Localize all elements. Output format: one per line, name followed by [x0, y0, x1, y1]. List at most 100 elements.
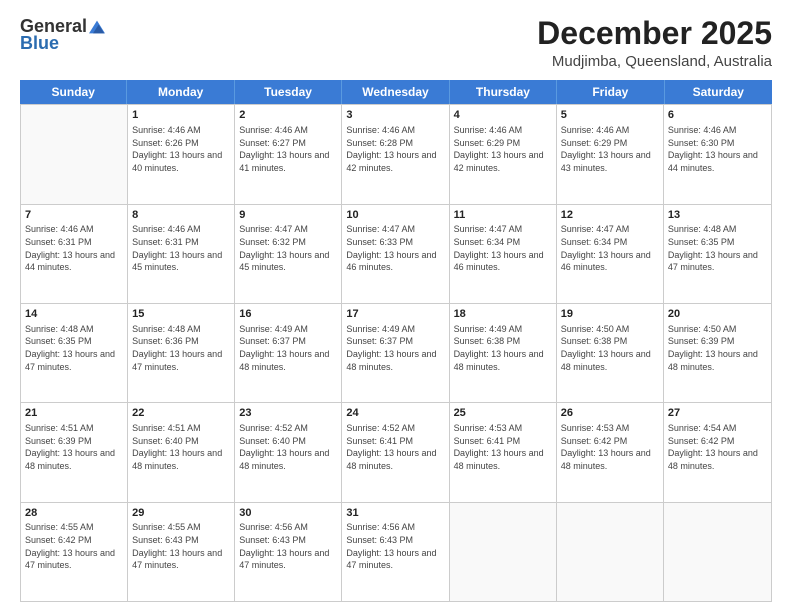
day-detail: Sunrise: 4:54 AMSunset: 6:42 PMDaylight:… — [668, 422, 767, 472]
day-cell-7: 7Sunrise: 4:46 AMSunset: 6:31 PMDaylight… — [21, 205, 128, 303]
day-detail: Sunrise: 4:46 AMSunset: 6:29 PMDaylight:… — [454, 124, 552, 174]
day-number: 12 — [561, 208, 659, 223]
day-number: 24 — [346, 406, 444, 421]
header: General Blue December 2025 Mudjimba, Que… — [20, 16, 772, 70]
day-detail: Sunrise: 4:48 AMSunset: 6:36 PMDaylight:… — [132, 323, 230, 373]
day-number: 16 — [239, 307, 337, 322]
calendar-body: 1Sunrise: 4:46 AMSunset: 6:26 PMDaylight… — [20, 104, 772, 602]
day-header-monday: Monday — [127, 80, 234, 104]
day-number: 15 — [132, 307, 230, 322]
day-number: 28 — [25, 506, 123, 521]
day-cell-12: 12Sunrise: 4:47 AMSunset: 6:34 PMDayligh… — [557, 205, 664, 303]
day-cell-9: 9Sunrise: 4:47 AMSunset: 6:32 PMDaylight… — [235, 205, 342, 303]
day-detail: Sunrise: 4:49 AMSunset: 6:37 PMDaylight:… — [239, 323, 337, 373]
day-detail: Sunrise: 4:47 AMSunset: 6:34 PMDaylight:… — [454, 223, 552, 273]
day-detail: Sunrise: 4:47 AMSunset: 6:32 PMDaylight:… — [239, 223, 337, 273]
day-cell-14: 14Sunrise: 4:48 AMSunset: 6:35 PMDayligh… — [21, 304, 128, 402]
day-number: 14 — [25, 307, 123, 322]
week-row-5: 28Sunrise: 4:55 AMSunset: 6:42 PMDayligh… — [21, 502, 771, 601]
day-cell-15: 15Sunrise: 4:48 AMSunset: 6:36 PMDayligh… — [128, 304, 235, 402]
day-cell-21: 21Sunrise: 4:51 AMSunset: 6:39 PMDayligh… — [21, 403, 128, 501]
day-cell-4: 4Sunrise: 4:46 AMSunset: 6:29 PMDaylight… — [450, 105, 557, 203]
month-title: December 2025 — [537, 16, 772, 51]
day-number: 23 — [239, 406, 337, 421]
day-detail: Sunrise: 4:49 AMSunset: 6:38 PMDaylight:… — [454, 323, 552, 373]
day-detail: Sunrise: 4:48 AMSunset: 6:35 PMDaylight:… — [668, 223, 767, 273]
day-number: 5 — [561, 108, 659, 123]
calendar-header: SundayMondayTuesdayWednesdayThursdayFrid… — [20, 80, 772, 104]
day-detail: Sunrise: 4:50 AMSunset: 6:39 PMDaylight:… — [668, 323, 767, 373]
day-cell-22: 22Sunrise: 4:51 AMSunset: 6:40 PMDayligh… — [128, 403, 235, 501]
day-number: 10 — [346, 208, 444, 223]
day-cell-5: 5Sunrise: 4:46 AMSunset: 6:29 PMDaylight… — [557, 105, 664, 203]
day-number: 21 — [25, 406, 123, 421]
day-number: 4 — [454, 108, 552, 123]
day-detail: Sunrise: 4:53 AMSunset: 6:42 PMDaylight:… — [561, 422, 659, 472]
empty-cell — [450, 503, 557, 601]
page: General Blue December 2025 Mudjimba, Que… — [0, 0, 792, 612]
day-cell-11: 11Sunrise: 4:47 AMSunset: 6:34 PMDayligh… — [450, 205, 557, 303]
day-detail: Sunrise: 4:46 AMSunset: 6:27 PMDaylight:… — [239, 124, 337, 174]
empty-cell — [664, 503, 771, 601]
day-number: 29 — [132, 506, 230, 521]
day-number: 18 — [454, 307, 552, 322]
day-detail: Sunrise: 4:46 AMSunset: 6:31 PMDaylight:… — [132, 223, 230, 273]
day-cell-28: 28Sunrise: 4:55 AMSunset: 6:42 PMDayligh… — [21, 503, 128, 601]
day-number: 2 — [239, 108, 337, 123]
location: Mudjimba, Queensland, Australia — [537, 53, 772, 70]
day-cell-18: 18Sunrise: 4:49 AMSunset: 6:38 PMDayligh… — [450, 304, 557, 402]
title-area: December 2025 Mudjimba, Queensland, Aust… — [537, 16, 772, 70]
day-detail: Sunrise: 4:46 AMSunset: 6:29 PMDaylight:… — [561, 124, 659, 174]
day-number: 13 — [668, 208, 767, 223]
day-detail: Sunrise: 4:52 AMSunset: 6:41 PMDaylight:… — [346, 422, 444, 472]
week-row-2: 7Sunrise: 4:46 AMSunset: 6:31 PMDaylight… — [21, 204, 771, 303]
day-detail: Sunrise: 4:56 AMSunset: 6:43 PMDaylight:… — [239, 521, 337, 571]
day-cell-31: 31Sunrise: 4:56 AMSunset: 6:43 PMDayligh… — [342, 503, 449, 601]
empty-cell — [557, 503, 664, 601]
day-cell-1: 1Sunrise: 4:46 AMSunset: 6:26 PMDaylight… — [128, 105, 235, 203]
day-detail: Sunrise: 4:47 AMSunset: 6:34 PMDaylight:… — [561, 223, 659, 273]
day-number: 6 — [668, 108, 767, 123]
day-header-wednesday: Wednesday — [342, 80, 449, 104]
day-cell-19: 19Sunrise: 4:50 AMSunset: 6:38 PMDayligh… — [557, 304, 664, 402]
day-number: 31 — [346, 506, 444, 521]
day-cell-17: 17Sunrise: 4:49 AMSunset: 6:37 PMDayligh… — [342, 304, 449, 402]
day-detail: Sunrise: 4:55 AMSunset: 6:42 PMDaylight:… — [25, 521, 123, 571]
logo: General Blue — [20, 16, 105, 54]
day-cell-6: 6Sunrise: 4:46 AMSunset: 6:30 PMDaylight… — [664, 105, 771, 203]
day-number: 11 — [454, 208, 552, 223]
week-row-4: 21Sunrise: 4:51 AMSunset: 6:39 PMDayligh… — [21, 402, 771, 501]
day-detail: Sunrise: 4:48 AMSunset: 6:35 PMDaylight:… — [25, 323, 123, 373]
day-header-thursday: Thursday — [450, 80, 557, 104]
day-detail: Sunrise: 4:46 AMSunset: 6:30 PMDaylight:… — [668, 124, 767, 174]
day-number: 30 — [239, 506, 337, 521]
day-detail: Sunrise: 4:56 AMSunset: 6:43 PMDaylight:… — [346, 521, 444, 571]
day-cell-10: 10Sunrise: 4:47 AMSunset: 6:33 PMDayligh… — [342, 205, 449, 303]
logo-icon — [89, 19, 105, 35]
day-detail: Sunrise: 4:53 AMSunset: 6:41 PMDaylight:… — [454, 422, 552, 472]
day-number: 27 — [668, 406, 767, 421]
day-header-sunday: Sunday — [20, 80, 127, 104]
day-detail: Sunrise: 4:55 AMSunset: 6:43 PMDaylight:… — [132, 521, 230, 571]
day-cell-2: 2Sunrise: 4:46 AMSunset: 6:27 PMDaylight… — [235, 105, 342, 203]
day-detail: Sunrise: 4:51 AMSunset: 6:39 PMDaylight:… — [25, 422, 123, 472]
day-cell-3: 3Sunrise: 4:46 AMSunset: 6:28 PMDaylight… — [342, 105, 449, 203]
empty-cell — [21, 105, 128, 203]
logo-blue: Blue — [20, 33, 59, 54]
day-detail: Sunrise: 4:52 AMSunset: 6:40 PMDaylight:… — [239, 422, 337, 472]
day-detail: Sunrise: 4:46 AMSunset: 6:28 PMDaylight:… — [346, 124, 444, 174]
day-detail: Sunrise: 4:46 AMSunset: 6:26 PMDaylight:… — [132, 124, 230, 174]
day-cell-20: 20Sunrise: 4:50 AMSunset: 6:39 PMDayligh… — [664, 304, 771, 402]
day-detail: Sunrise: 4:46 AMSunset: 6:31 PMDaylight:… — [25, 223, 123, 273]
day-number: 7 — [25, 208, 123, 223]
week-row-3: 14Sunrise: 4:48 AMSunset: 6:35 PMDayligh… — [21, 303, 771, 402]
day-header-saturday: Saturday — [665, 80, 772, 104]
calendar: SundayMondayTuesdayWednesdayThursdayFrid… — [20, 80, 772, 602]
day-detail: Sunrise: 4:51 AMSunset: 6:40 PMDaylight:… — [132, 422, 230, 472]
day-number: 20 — [668, 307, 767, 322]
day-cell-24: 24Sunrise: 4:52 AMSunset: 6:41 PMDayligh… — [342, 403, 449, 501]
day-cell-13: 13Sunrise: 4:48 AMSunset: 6:35 PMDayligh… — [664, 205, 771, 303]
day-number: 26 — [561, 406, 659, 421]
day-cell-27: 27Sunrise: 4:54 AMSunset: 6:42 PMDayligh… — [664, 403, 771, 501]
day-cell-29: 29Sunrise: 4:55 AMSunset: 6:43 PMDayligh… — [128, 503, 235, 601]
